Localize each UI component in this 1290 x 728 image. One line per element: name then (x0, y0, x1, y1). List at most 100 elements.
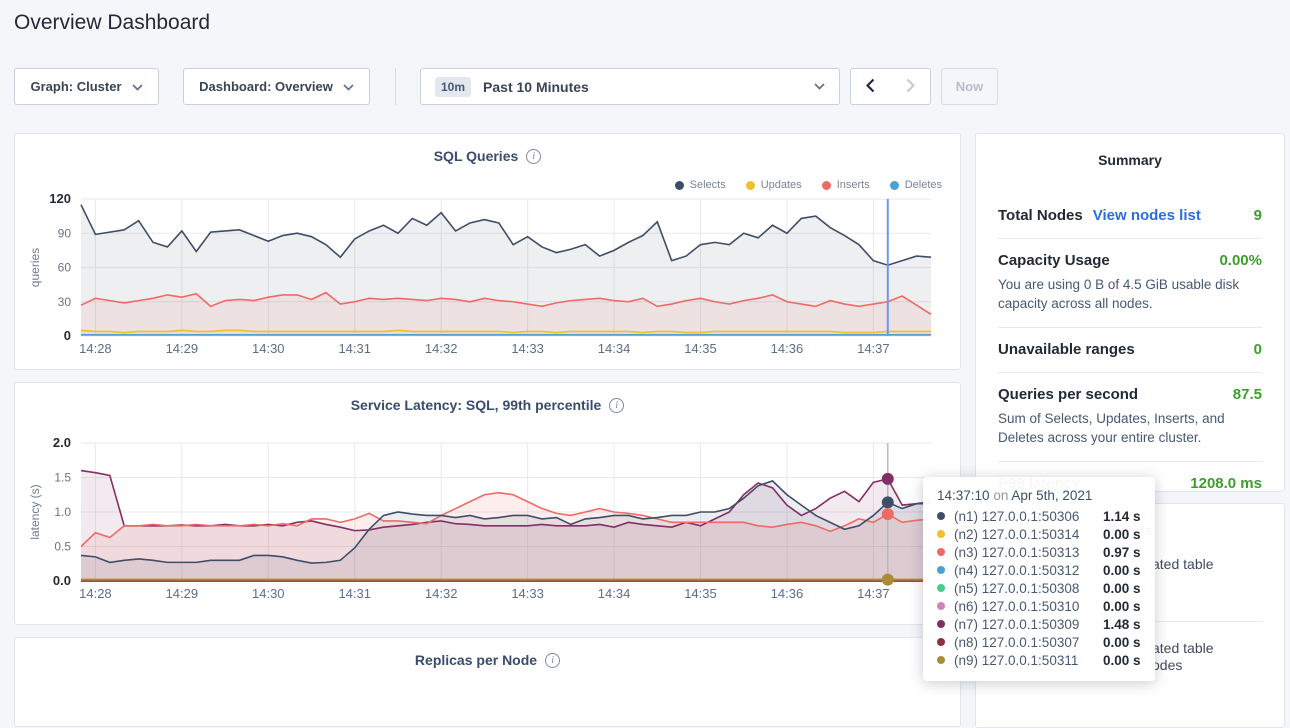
page-title: Overview Dashboard (14, 11, 210, 35)
graph-dropdown[interactable]: Graph: Cluster (14, 68, 159, 105)
chart-title: Service Latency: SQL, 99th percentile (351, 397, 602, 413)
time-range-badge: 10m (435, 77, 471, 97)
svg-text:0.5: 0.5 (54, 540, 71, 554)
series-color-dot (937, 530, 945, 538)
service-latency-title-row: Service Latency: SQL, 99th percentile i (15, 397, 960, 413)
summary-row-qps: Queries per second 87.5 Sum of Selects, … (998, 373, 1262, 462)
tooltip-row: (n3) 127.0.0.1:503130.97 s (937, 543, 1141, 561)
tooltip-row: (n4) 127.0.0.1:503120.00 s (937, 561, 1141, 579)
service-latency-panel: Service Latency: SQL, 99th percentile i … (14, 382, 961, 625)
svg-text:latency (s): latency (s) (28, 484, 42, 539)
dashboard-dropdown-label: Dashboard: Overview (199, 79, 333, 94)
series-color-dot (937, 656, 945, 664)
event-item-line2[interactable]: odes (1152, 657, 1182, 673)
capacity-label: Capacity Usage (998, 252, 1110, 269)
now-button[interactable]: Now (941, 68, 998, 105)
total-nodes-value: 9 (1254, 207, 1262, 224)
series-color-dot (937, 584, 945, 592)
replicas-title-row: Replicas per Node i (15, 652, 960, 668)
summary-row-capacity: Capacity Usage 0.00% You are using 0 B o… (998, 239, 1262, 328)
svg-text:14:31: 14:31 (338, 586, 371, 601)
qps-description: Sum of Selects, Updates, Inserts, and De… (998, 409, 1262, 447)
chart-title: SQL Queries (434, 148, 519, 164)
view-nodes-list-link[interactable]: View nodes list (1093, 207, 1201, 224)
svg-text:14:33: 14:33 (511, 586, 544, 601)
svg-text:14:32: 14:32 (425, 586, 458, 601)
tooltip-row: (n6) 127.0.0.1:503100.00 s (937, 597, 1141, 615)
tooltip-row: (n9) 127.0.0.1:503110.00 s (937, 651, 1141, 669)
series-color-dot (937, 548, 945, 556)
info-icon[interactable]: i (526, 149, 541, 164)
capacity-value: 0.00% (1219, 252, 1262, 269)
svg-text:14:37: 14:37 (857, 586, 890, 601)
chevron-right-icon (906, 78, 915, 96)
svg-text:0: 0 (64, 328, 71, 343)
time-range-label: Past 10 Minutes (483, 79, 589, 95)
svg-text:14:31: 14:31 (338, 341, 371, 356)
event-item[interactable]: ated table (1152, 640, 1214, 656)
svg-text:14:30: 14:30 (252, 341, 285, 356)
tooltip-row: (n8) 127.0.0.1:503070.00 s (937, 633, 1141, 651)
tooltip-row: (n2) 127.0.0.1:503140.00 s (937, 525, 1141, 543)
svg-text:14:33: 14:33 (511, 341, 544, 356)
p99-latency-value: 1208.0 ms (1190, 475, 1262, 492)
svg-text:14:36: 14:36 (771, 341, 804, 356)
chart-title: Replicas per Node (415, 652, 537, 668)
overview-dashboard-page: Overview Dashboard Graph: Cluster Dashbo… (0, 0, 1290, 689)
series-color-dot (937, 512, 945, 520)
sql-queries-chart[interactable]: 030609012014:2814:2914:3014:3114:3214:33… (15, 134, 962, 371)
qps-value: 87.5 (1233, 386, 1262, 403)
info-icon[interactable]: i (545, 653, 560, 668)
event-item[interactable]: ated table (1152, 556, 1214, 572)
series-color-dot (937, 638, 945, 646)
capacity-description: You are using 0 B of 4.5 GiB usable disk… (998, 275, 1262, 313)
total-nodes-label: Total Nodes (998, 207, 1083, 224)
chevron-down-icon (132, 79, 143, 94)
summary-row-total-nodes: Total Nodes View nodes list 9 (998, 194, 1262, 239)
svg-text:90: 90 (58, 226, 72, 240)
toolbar-divider (395, 68, 396, 105)
chart-hover-tooltip: 14:37:10 on Apr 5th, 2021 (n1) 127.0.0.1… (923, 477, 1155, 681)
summary-panel: Summary Total Nodes View nodes list 9 Ca… (975, 133, 1285, 492)
qps-label: Queries per second (998, 386, 1138, 403)
replicas-per-node-panel: Replicas per Node i (14, 637, 961, 727)
series-color-dot (937, 602, 945, 610)
svg-text:14:36: 14:36 (771, 586, 804, 601)
summary-row-unavailable-ranges: Unavailable ranges 0 (998, 328, 1262, 373)
svg-text:60: 60 (58, 261, 72, 275)
tooltip-row: (n5) 127.0.0.1:503080.00 s (937, 579, 1141, 597)
info-icon[interactable]: i (609, 398, 624, 413)
svg-text:120: 120 (49, 191, 71, 206)
svg-text:1.5: 1.5 (54, 471, 71, 485)
svg-text:14:29: 14:29 (166, 586, 199, 601)
svg-text:14:35: 14:35 (684, 341, 717, 356)
svg-text:14:37: 14:37 (857, 341, 890, 356)
svg-text:14:28: 14:28 (79, 341, 112, 356)
tooltip-row: (n7) 127.0.0.1:503091.48 s (937, 615, 1141, 633)
next-time-button[interactable] (890, 68, 931, 105)
service-latency-chart[interactable]: 0.00.51.01.52.014:2814:2914:3014:3114:32… (15, 383, 962, 626)
unavailable-ranges-value: 0 (1254, 341, 1262, 358)
unavailable-ranges-label: Unavailable ranges (998, 341, 1135, 358)
tooltip-rows: (n1) 127.0.0.1:503061.14 s(n2) 127.0.0.1… (937, 507, 1141, 669)
time-range-dropdown[interactable]: 10m Past 10 Minutes (420, 68, 840, 105)
svg-text:2.0: 2.0 (53, 435, 71, 450)
svg-text:14:34: 14:34 (598, 341, 631, 356)
tooltip-timestamp: 14:37:10 on Apr 5th, 2021 (937, 488, 1141, 503)
prev-time-button[interactable] (850, 68, 891, 105)
svg-text:14:35: 14:35 (684, 586, 717, 601)
svg-text:14:32: 14:32 (425, 341, 458, 356)
series-color-dot (937, 566, 945, 574)
series-color-dot (937, 620, 945, 628)
tooltip-row: (n1) 127.0.0.1:503061.14 s (937, 507, 1141, 525)
sql-queries-title-row: SQL Queries i (15, 148, 960, 164)
svg-text:queries: queries (28, 248, 42, 287)
chevron-down-icon (343, 79, 354, 94)
dashboard-dropdown[interactable]: Dashboard: Overview (183, 68, 370, 105)
svg-text:0.0: 0.0 (53, 573, 71, 588)
chevron-down-icon (814, 83, 825, 90)
svg-text:14:28: 14:28 (79, 586, 112, 601)
svg-text:14:29: 14:29 (166, 341, 199, 356)
sql-queries-panel: SQL Queries i SelectsUpdatesInsertsDelet… (14, 133, 961, 370)
svg-text:14:30: 14:30 (252, 586, 285, 601)
